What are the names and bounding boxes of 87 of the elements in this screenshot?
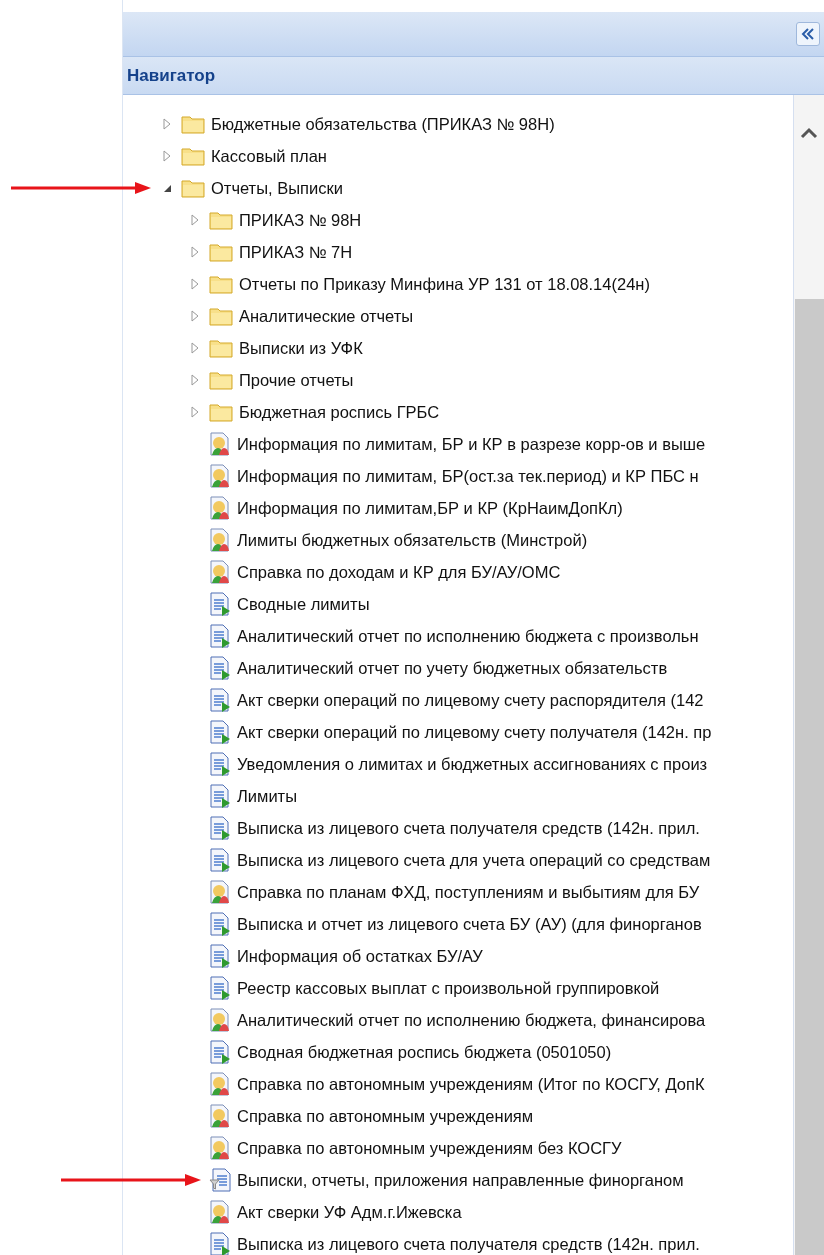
tree-item-label[interactable]: Реестр кассовых выплат с произвольной группировкой	[237, 975, 660, 1001]
tree-item-label[interactable]: Акт сверки операций по лицевому счету получателя (142н. пр	[237, 719, 712, 745]
tree-item-label[interactable]: Аналитический отчет по учету бюджетных обязательств	[237, 655, 668, 681]
tree-item-label[interactable]: Аналитический отчет по исполнению бюджета с произвольн	[237, 623, 699, 649]
document-icon	[209, 688, 231, 712]
report-icon	[209, 1008, 231, 1032]
tree-item-label[interactable]: Кассовый план	[211, 143, 327, 169]
document-icon	[209, 1040, 231, 1064]
report-icon	[209, 1200, 231, 1224]
report-icon	[209, 880, 231, 904]
document-icon	[209, 592, 231, 616]
document-icon	[209, 624, 231, 648]
collapsed-toggle-icon[interactable]	[190, 246, 200, 258]
collapsed-toggle-icon[interactable]	[190, 406, 200, 418]
tree-item-label[interactable]: Уведомления о лимитах и бюджетных ассигнованиях с произ	[237, 751, 708, 777]
folder-icon	[181, 178, 205, 198]
collapsed-toggle-icon[interactable]	[162, 150, 172, 162]
document-icon	[209, 656, 231, 680]
tree-item-label[interactable]: Аналитический отчет по исполнению бюджета, финансирова	[237, 1007, 706, 1033]
folder-icon	[209, 274, 233, 294]
collapsed-toggle-icon[interactable]	[190, 342, 200, 354]
report-icon	[209, 528, 231, 552]
tree-item-label[interactable]: Информация по лимитам, БР и КР в разрезе корр-ов и выше	[237, 431, 706, 457]
scrollbar-thumb[interactable]	[794, 299, 824, 1255]
tree-item-label[interactable]: Справка по планам ФХД, поступлениям и выбытиям для БУ	[237, 879, 700, 905]
tree-item-label[interactable]: Бюджетная роспись ГРБС	[239, 399, 440, 425]
double-chevron-left-icon	[801, 28, 815, 40]
document-icon	[209, 720, 231, 744]
document-icon	[209, 976, 231, 1000]
report-icon	[209, 432, 231, 456]
document-icon	[209, 816, 231, 840]
document-icon	[209, 784, 231, 808]
tree-item-label[interactable]: Акт сверки операций по лицевому счету распорядителя (142	[237, 687, 704, 713]
report-icon	[209, 1072, 231, 1096]
folder-icon	[209, 370, 233, 390]
tree-item-label[interactable]: Выписки, отчеты, приложения направленные финорганом	[237, 1167, 684, 1193]
tree-item-label[interactable]: Выписка из лицевого счета получателя средств (142н. прил.	[237, 815, 700, 841]
folder-icon	[209, 210, 233, 230]
tree-item-label[interactable]: ПРИКАЗ № 98Н	[239, 207, 362, 233]
folder-icon	[209, 242, 233, 262]
tree-item-label[interactable]: Выписка и отчет из лицевого счета БУ (АУ) (для финорганов	[237, 911, 702, 937]
tree-item-label[interactable]: Справка по доходам и КР для БУ/АУ/ОМС	[237, 559, 561, 585]
tree-item-label[interactable]: Информация об остатках БУ/АУ	[237, 943, 483, 969]
tree-item-label[interactable]: Справка по автономным учреждениям (Итог по КОСГУ, ДопК	[237, 1071, 705, 1097]
folder-icon	[209, 402, 233, 422]
tree-item-label[interactable]: Сводные лимиты	[237, 591, 370, 617]
document-icon	[209, 848, 231, 872]
tree-item-label[interactable]: Бюджетные обязательства (ПРИКАЗ № 98Н)	[211, 111, 555, 137]
expanded-toggle-icon[interactable]	[162, 183, 172, 193]
tree-item-label[interactable]: Информация по лимитам, БР(ост.за тек.период) и КР ПБС н	[237, 463, 699, 489]
tree-item-label[interactable]: Выписки из УФК	[239, 335, 363, 361]
collapsed-toggle-icon[interactable]	[190, 278, 200, 290]
tree-item-label[interactable]: Отчеты, Выписки	[211, 175, 343, 201]
tree-item-label[interactable]: Отчеты по Приказу Минфина УР 131 от 18.08.14(24н)	[239, 271, 650, 297]
tree-item-label[interactable]: Сводная бюджетная роспись бюджета (0501050)	[237, 1039, 612, 1065]
panel-title: Навигатор	[127, 64, 216, 87]
document-icon	[209, 912, 231, 936]
collapsed-toggle-icon[interactable]	[190, 310, 200, 322]
collapsed-toggle-icon[interactable]	[162, 118, 172, 130]
scroll-up-icon[interactable]	[800, 127, 818, 139]
tree-item-label[interactable]: Выписка из лицевого счета для учета операций со средствам	[237, 847, 711, 873]
folder-icon	[181, 114, 205, 134]
tree-item-label[interactable]: Прочие отчеты	[239, 367, 354, 393]
collapse-button[interactable]	[796, 22, 820, 46]
folder-icon	[181, 146, 205, 166]
tree-item-label[interactable]: Лимиты	[237, 783, 298, 809]
tree-item-label[interactable]: Справка по автономным учреждениям	[237, 1103, 534, 1129]
tree-item-label[interactable]: Акт сверки УФ Адм.г.Ижевска	[237, 1199, 462, 1225]
folder-icon	[209, 306, 233, 326]
tree-item-label[interactable]: Аналитические отчеты	[239, 303, 414, 329]
report-icon	[209, 560, 231, 584]
document-icon	[209, 752, 231, 776]
collapsed-toggle-icon[interactable]	[190, 214, 200, 226]
report-icon	[209, 496, 231, 520]
scrollbar[interactable]	[793, 95, 824, 1255]
report-icon	[209, 1104, 231, 1128]
tree-item-label[interactable]: Выписка из лицевого счета получателя средств (142н. прил.	[237, 1231, 700, 1255]
report-icon	[209, 464, 231, 488]
tree-item-label[interactable]: Справка по автономным учреждениям без КОСГУ	[237, 1135, 622, 1161]
tree-item-label[interactable]: Лимиты бюджетных обязательств (Минстрой)	[237, 527, 588, 553]
collapsed-toggle-icon[interactable]	[190, 374, 200, 386]
document-icon	[209, 944, 231, 968]
report-icon	[209, 1136, 231, 1160]
tree-item-label[interactable]: ПРИКАЗ № 7Н	[239, 239, 353, 265]
folder-icon	[209, 338, 233, 358]
filtered-document-icon	[209, 1168, 231, 1192]
tree-item-label[interactable]: Информация по лимитам,БР и КР (КрНаимДопКл)	[237, 495, 623, 521]
